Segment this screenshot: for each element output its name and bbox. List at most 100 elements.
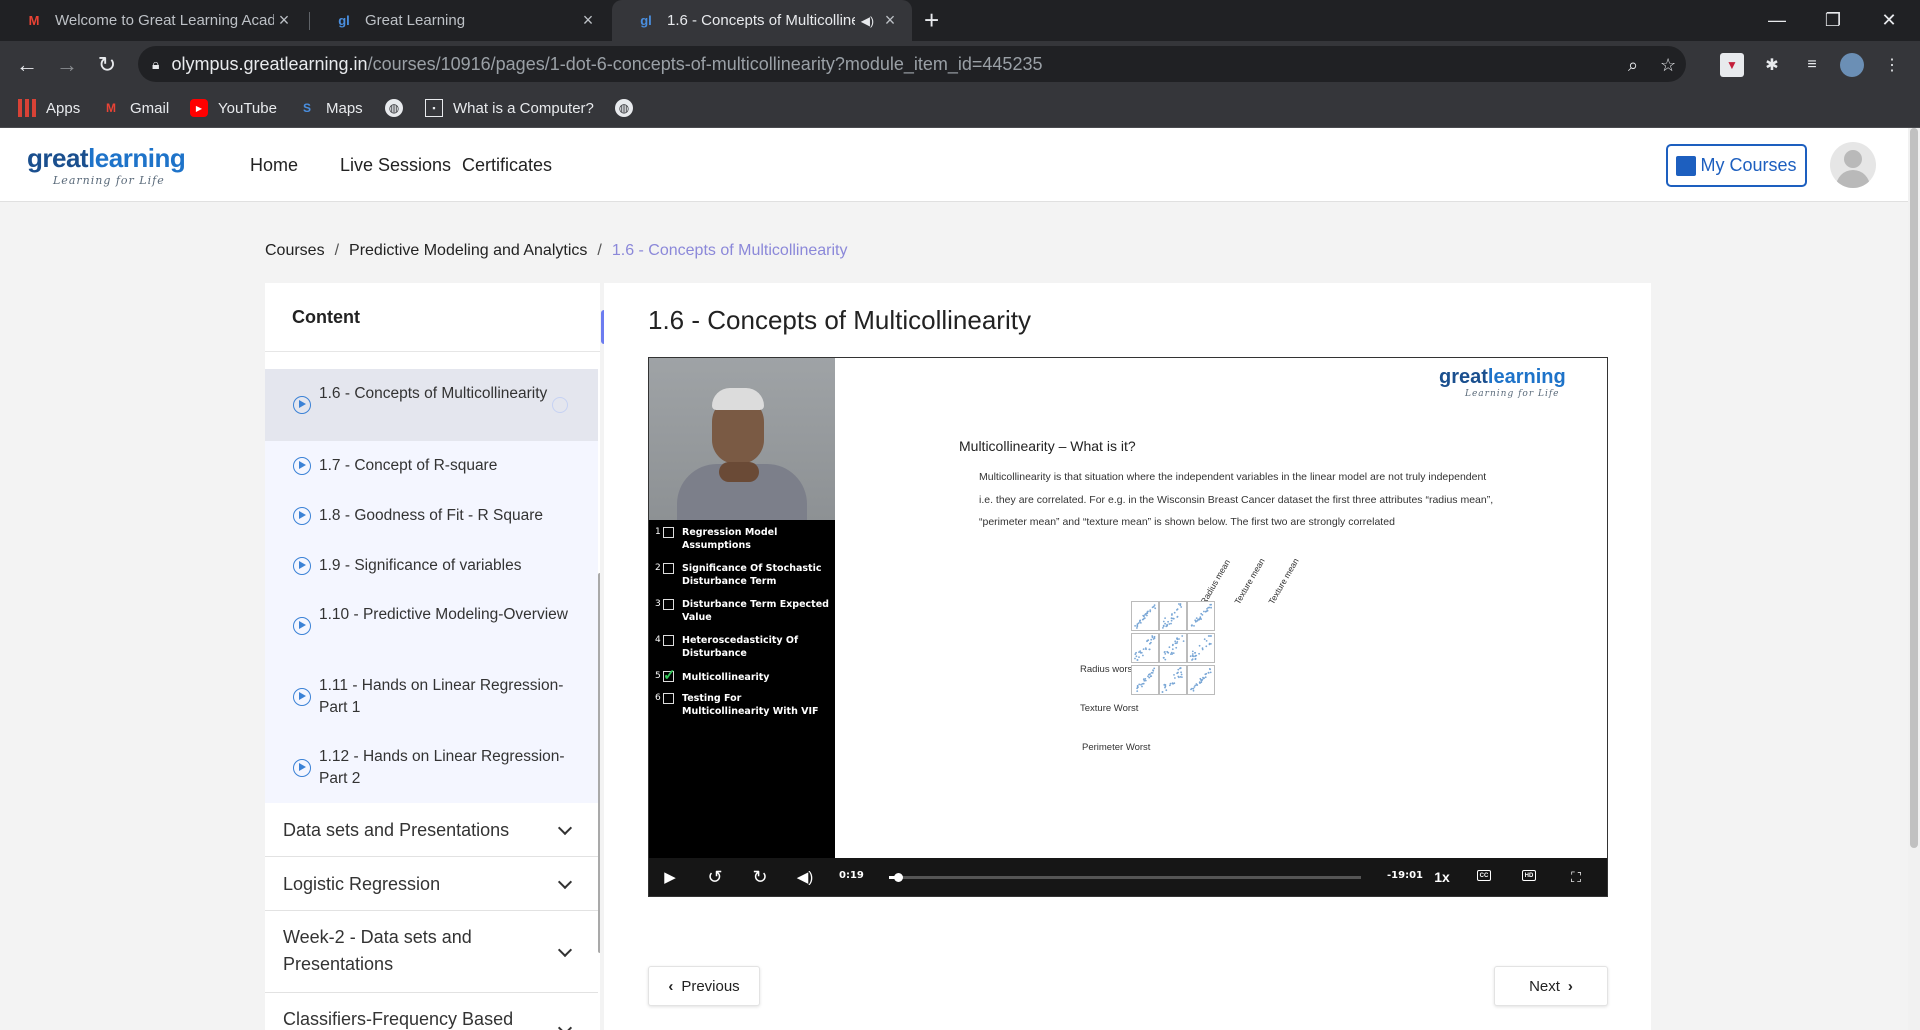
user-avatar[interactable]	[1830, 142, 1876, 188]
scatter-cell	[1131, 665, 1159, 695]
progress-knob[interactable]	[894, 873, 904, 882]
scatter-point	[1207, 671, 1210, 674]
scatter-point	[1136, 690, 1139, 692]
list-item[interactable]: 1.9 - Significance of variables	[265, 541, 598, 591]
close-window-icon[interactable]: ✕	[1866, 0, 1912, 41]
bookmark-what-is-computer[interactable]: ▪ What is a Computer?	[425, 88, 594, 128]
scatter-point	[1153, 667, 1156, 670]
close-tab-icon[interactable]: ×	[274, 10, 294, 31]
breadcrumb: Courses / Predictive Modeling and Analyt…	[265, 242, 848, 260]
media-control-icon[interactable]: ≡	[1800, 53, 1824, 77]
breadcrumb-course[interactable]: Predictive Modeling and Analytics	[349, 242, 587, 260]
scatter-point	[1203, 610, 1205, 613]
list-item[interactable]: 1.10 - Predictive Modeling-Overview	[265, 591, 598, 662]
volume-icon[interactable]: ◀)	[794, 866, 816, 888]
fullscreen-icon[interactable]: ⛶	[1565, 866, 1587, 888]
nav-live-sessions[interactable]: Live Sessions	[340, 155, 451, 176]
scatter-point	[1146, 614, 1148, 617]
bookmark-star-icon[interactable]: ☆	[1660, 55, 1676, 76]
chapter-item[interactable]: 3 Disturbance Term Expected Value	[655, 598, 831, 632]
progress-track[interactable]	[889, 873, 1361, 882]
close-tab-icon[interactable]: ×	[880, 10, 900, 31]
reload-icon[interactable]: ↻	[92, 50, 122, 80]
browser-tab-greatlearning[interactable]: gl Great Learning ×	[310, 0, 610, 41]
list-item-active[interactable]: 1.6 - Concepts of Multicollinearity	[265, 369, 598, 441]
bookmark-gmail[interactable]: M Gmail	[102, 88, 169, 128]
matrix-col-label: Texture mean	[1266, 556, 1301, 606]
sidebar-scrollbar[interactable]	[598, 573, 600, 953]
scatter-point	[1205, 672, 1208, 675]
list-item[interactable]: 1.12 - Hands on Linear Regression-Part 2	[265, 733, 598, 803]
speed-button[interactable]: 1x	[1431, 866, 1453, 888]
scatter-point	[1147, 675, 1149, 678]
browser-tab-active[interactable]: gl 1.6 - Concepts of Multicollinearity ◀…	[612, 0, 912, 41]
scatter-point	[1207, 606, 1210, 609]
bookmark-label: Gmail	[130, 99, 170, 117]
zoom-icon[interactable]: ⌕	[1628, 55, 1638, 76]
my-courses-button[interactable]: My Courses	[1666, 144, 1807, 187]
scatter-point	[1154, 607, 1157, 610]
section-data-sets[interactable]: Data sets and Presentations	[265, 803, 598, 857]
section-classifiers[interactable]: Classifiers-Frequency Based	[265, 993, 598, 1030]
back-icon[interactable]: ←	[12, 50, 42, 80]
bookmark-globe[interactable]: ◍	[385, 88, 413, 128]
bookmark-youtube[interactable]: ▶ YouTube	[190, 88, 277, 128]
video-player[interactable]: 1 Regression Model Assumptions 2 Signifi…	[648, 357, 1608, 897]
bookmark-globe[interactable]: ◍	[615, 88, 643, 128]
captions-button[interactable]: CC	[1477, 870, 1491, 881]
new-tab-icon[interactable]: +	[924, 5, 939, 36]
url-bar[interactable]: 🔒︎ olympus.greatlearning.in/courses/1091…	[138, 46, 1686, 82]
content-sidebar: Content 1.6 - Concepts of Multicollinear…	[265, 283, 600, 1030]
play-icon[interactable]: ▶	[659, 866, 681, 888]
extensions-icon[interactable]: ✱	[1760, 53, 1784, 77]
scatter-point	[1204, 610, 1207, 613]
quality-button[interactable]: HD	[1522, 870, 1536, 881]
scatter-point	[1152, 669, 1155, 672]
section-logistic-regression[interactable]: Logistic Regression	[265, 857, 598, 911]
browser-tab-gmail[interactable]: M Welcome to Great Learning Acad ×	[0, 0, 306, 41]
play-circle-icon	[293, 759, 311, 777]
scatter-point	[1179, 604, 1182, 607]
speaker-icon[interactable]: ◀)	[861, 14, 874, 28]
section-week2[interactable]: Week-2 - Data sets and Presentations	[265, 911, 598, 993]
list-item[interactable]: 1.11 - Hands on Linear Regression-Part 1	[265, 662, 598, 733]
bookmark-maps[interactable]: S Maps	[298, 88, 363, 128]
gmail-icon: M	[28, 13, 40, 28]
nav-certificates[interactable]: Certificates	[462, 155, 552, 176]
scatter-point	[1141, 685, 1143, 688]
scatter-point	[1191, 658, 1194, 660]
scatter-point	[1174, 640, 1177, 643]
chapter-item[interactable]: 6 Testing For Multicollinearity With VIF	[655, 692, 831, 726]
chapter-item[interactable]: 2 Significance Of Stochastic Disturbance…	[655, 562, 831, 596]
close-tab-icon[interactable]: ×	[578, 10, 598, 31]
bookmark-apps[interactable]: Apps	[18, 88, 80, 128]
minimize-icon[interactable]: —	[1754, 0, 1800, 41]
list-item[interactable]: 1.7 - Concept of R-square	[265, 441, 598, 491]
previous-button[interactable]: ‹ Previous	[648, 966, 760, 1006]
forward-icon[interactable]: →	[52, 50, 82, 80]
scatter-point	[1198, 652, 1200, 655]
rewind-icon[interactable]: ↺	[704, 866, 726, 888]
scatter-cell	[1131, 633, 1159, 663]
list-item[interactable]: 1.8 - Goodness of Fit - R Square	[265, 491, 598, 541]
chapter-item[interactable]: 1 Regression Model Assumptions	[655, 526, 831, 560]
chapter-number: 6	[655, 693, 661, 703]
scatter-point	[1148, 648, 1151, 651]
lock-icon[interactable]: 🔒︎	[152, 56, 159, 73]
checkbox-icon	[663, 527, 674, 538]
pocket-extension-icon[interactable]: ▼	[1720, 53, 1744, 77]
scatter-point	[1136, 625, 1139, 628]
chapter-item[interactable]: 4 Heteroscedasticity Of Disturbance	[655, 634, 831, 668]
greatlearning-logo[interactable]: greatlearning Learning for Life	[27, 143, 186, 187]
breadcrumb-courses[interactable]: Courses	[265, 242, 325, 260]
nav-home[interactable]: Home	[250, 155, 298, 176]
scrollbar-thumb[interactable]	[1910, 128, 1918, 848]
scatter-point	[1180, 671, 1182, 674]
profile-avatar-icon[interactable]	[1840, 53, 1864, 77]
scatter-point	[1205, 640, 1208, 642]
restore-icon[interactable]: ❐	[1810, 0, 1856, 41]
page-scrollbar[interactable]	[1908, 128, 1920, 1030]
forward-icon[interactable]: ↻	[749, 866, 771, 888]
menu-kebab-icon[interactable]: ⋮	[1880, 53, 1904, 77]
next-button[interactable]: Next ›	[1494, 966, 1608, 1006]
